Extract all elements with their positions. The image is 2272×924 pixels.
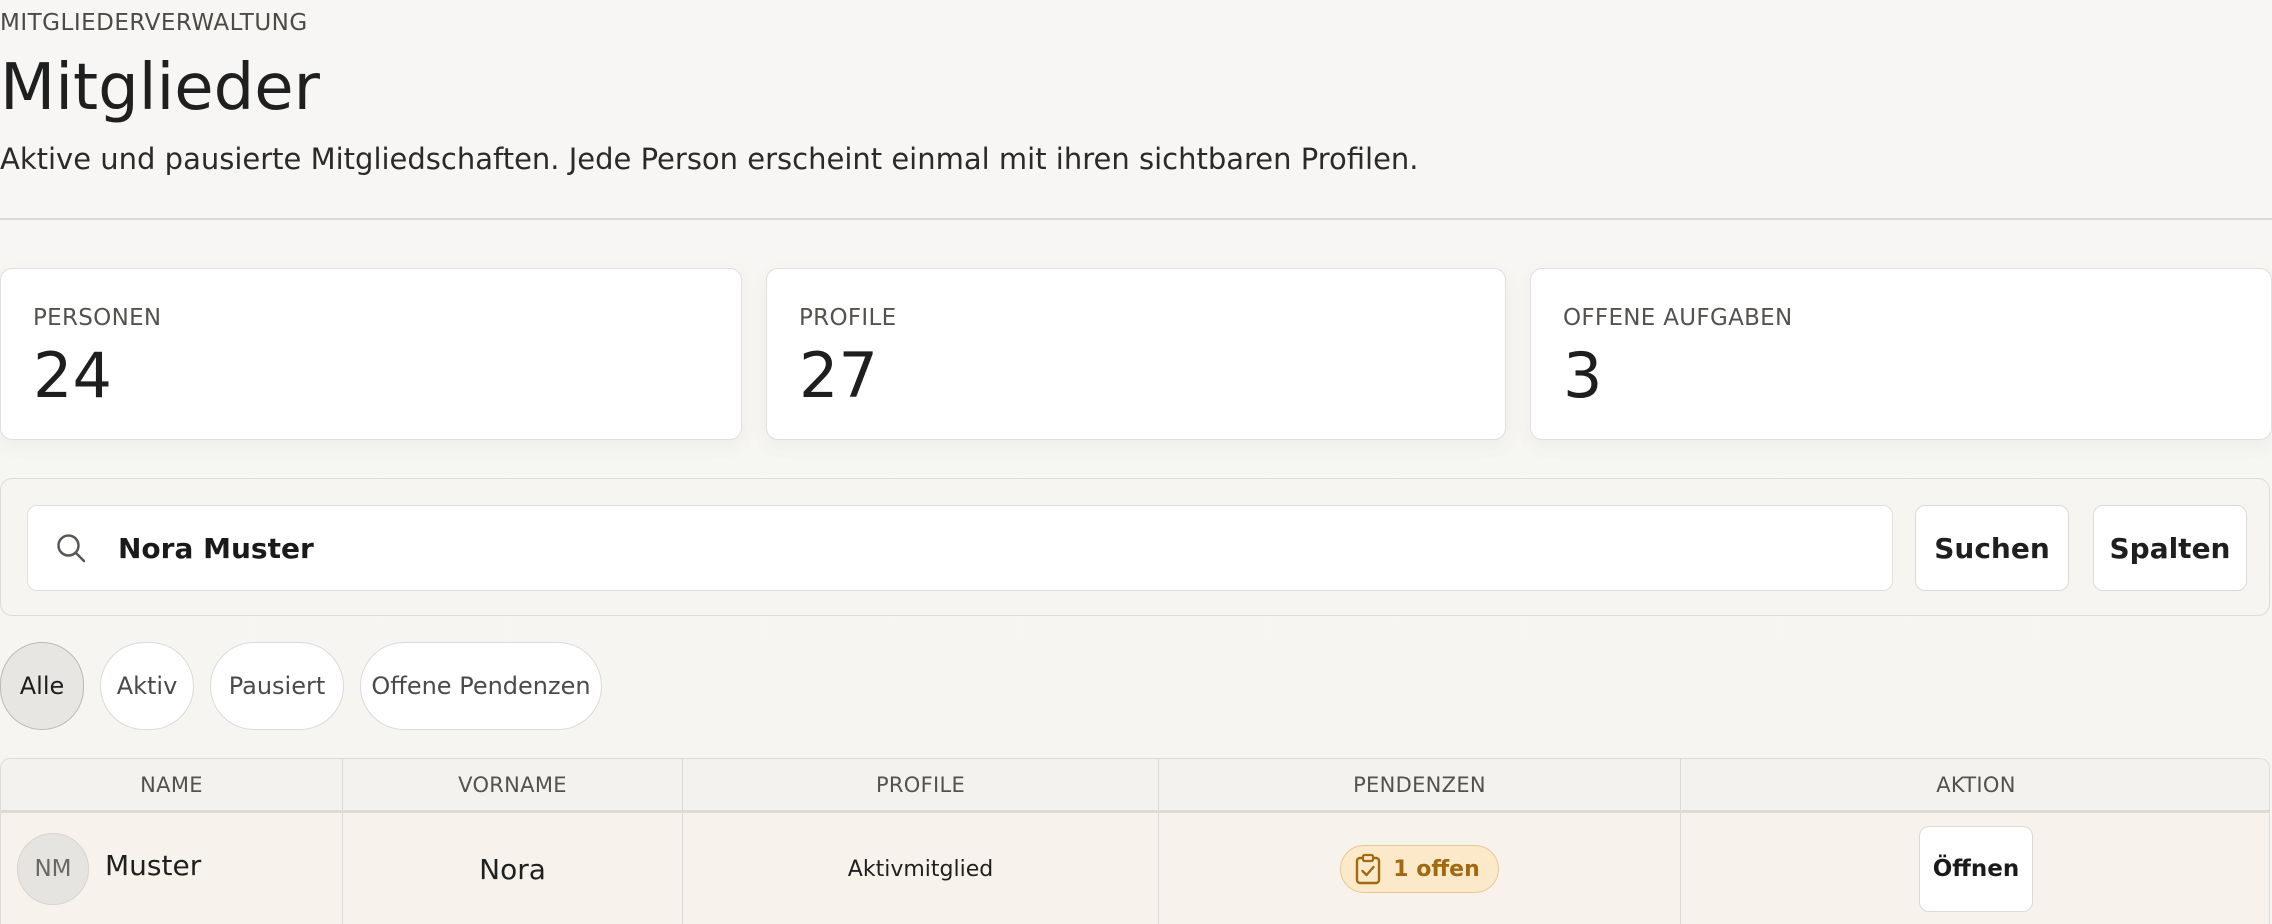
member-firstname: Nora: [479, 852, 546, 886]
cell-firstname: Nora: [343, 813, 683, 924]
open-member-button[interactable]: Öffnen: [1919, 826, 2033, 912]
cell-pending: 1 offen: [1159, 813, 1681, 924]
column-header-firstname[interactable]: VORNAME: [343, 759, 683, 810]
members-table: NAME VORNAME PROFILE PENDENZEN AKTION NM…: [0, 758, 2270, 924]
column-header-action: AKTION: [1936, 772, 2016, 797]
members-page: MITGLIEDERVERWALTUNG Mitglieder Aktive u…: [0, 0, 2272, 924]
table-header: NAME VORNAME PROFILE PENDENZEN AKTION: [1, 759, 2269, 813]
page-title: Mitglieder: [0, 51, 320, 125]
stat-card-persons: PERSONEN 24: [0, 268, 742, 440]
stat-card-open-tasks: OFFENE AUFGABEN 3: [1530, 268, 2272, 440]
cell-action: Öffnen: [1681, 813, 2269, 924]
filter-chip-all[interactable]: Alle: [0, 642, 84, 730]
header-divider: [0, 218, 2272, 220]
stat-label: OFFENE AUFGABEN: [1563, 305, 1793, 331]
column-header-name[interactable]: NAME: [1, 759, 343, 810]
stat-value: 24: [33, 339, 112, 412]
clipboard-check-icon: [1356, 853, 1381, 885]
columns-button[interactable]: Spalten: [2093, 505, 2247, 591]
search-panel: Suchen Spalten: [0, 478, 2270, 616]
table-row[interactable]: NM Muster Nora Aktivmitglied 1 offen Öff…: [1, 813, 2269, 924]
column-header-profiles[interactable]: PROFILE: [683, 759, 1159, 810]
pending-badge[interactable]: 1 offen: [1340, 845, 1499, 893]
page-eyebrow: MITGLIEDERVERWALTUNG: [0, 10, 308, 36]
filter-chip-active[interactable]: Aktiv: [100, 642, 194, 730]
stat-value: 3: [1563, 339, 1603, 412]
cell-profiles: Aktivmitglied: [683, 813, 1159, 924]
page-subtitle: Aktive und pausierte Mitgliedschaften. J…: [0, 142, 1419, 176]
search-icon: [57, 534, 86, 563]
avatar: NM: [17, 833, 89, 905]
cell-name: NM Muster: [1, 813, 343, 924]
member-profile: Aktivmitglied: [847, 856, 994, 882]
stat-value: 27: [799, 339, 878, 412]
search-box[interactable]: [27, 505, 1893, 591]
search-button[interactable]: Suchen: [1915, 505, 2069, 591]
pending-count: 1 offen: [1393, 856, 1480, 882]
member-lastname: Muster: [105, 849, 202, 882]
stat-label: PERSONEN: [33, 305, 162, 331]
search-input[interactable]: [116, 516, 1870, 580]
filter-chip-paused[interactable]: Pausiert: [210, 642, 344, 730]
filter-chip-open-pending[interactable]: Offene Pendenzen: [360, 642, 602, 730]
stat-label: PROFILE: [799, 305, 897, 331]
stat-card-profiles: PROFILE 27: [766, 268, 1506, 440]
column-header-pending[interactable]: PENDENZEN: [1159, 759, 1681, 810]
